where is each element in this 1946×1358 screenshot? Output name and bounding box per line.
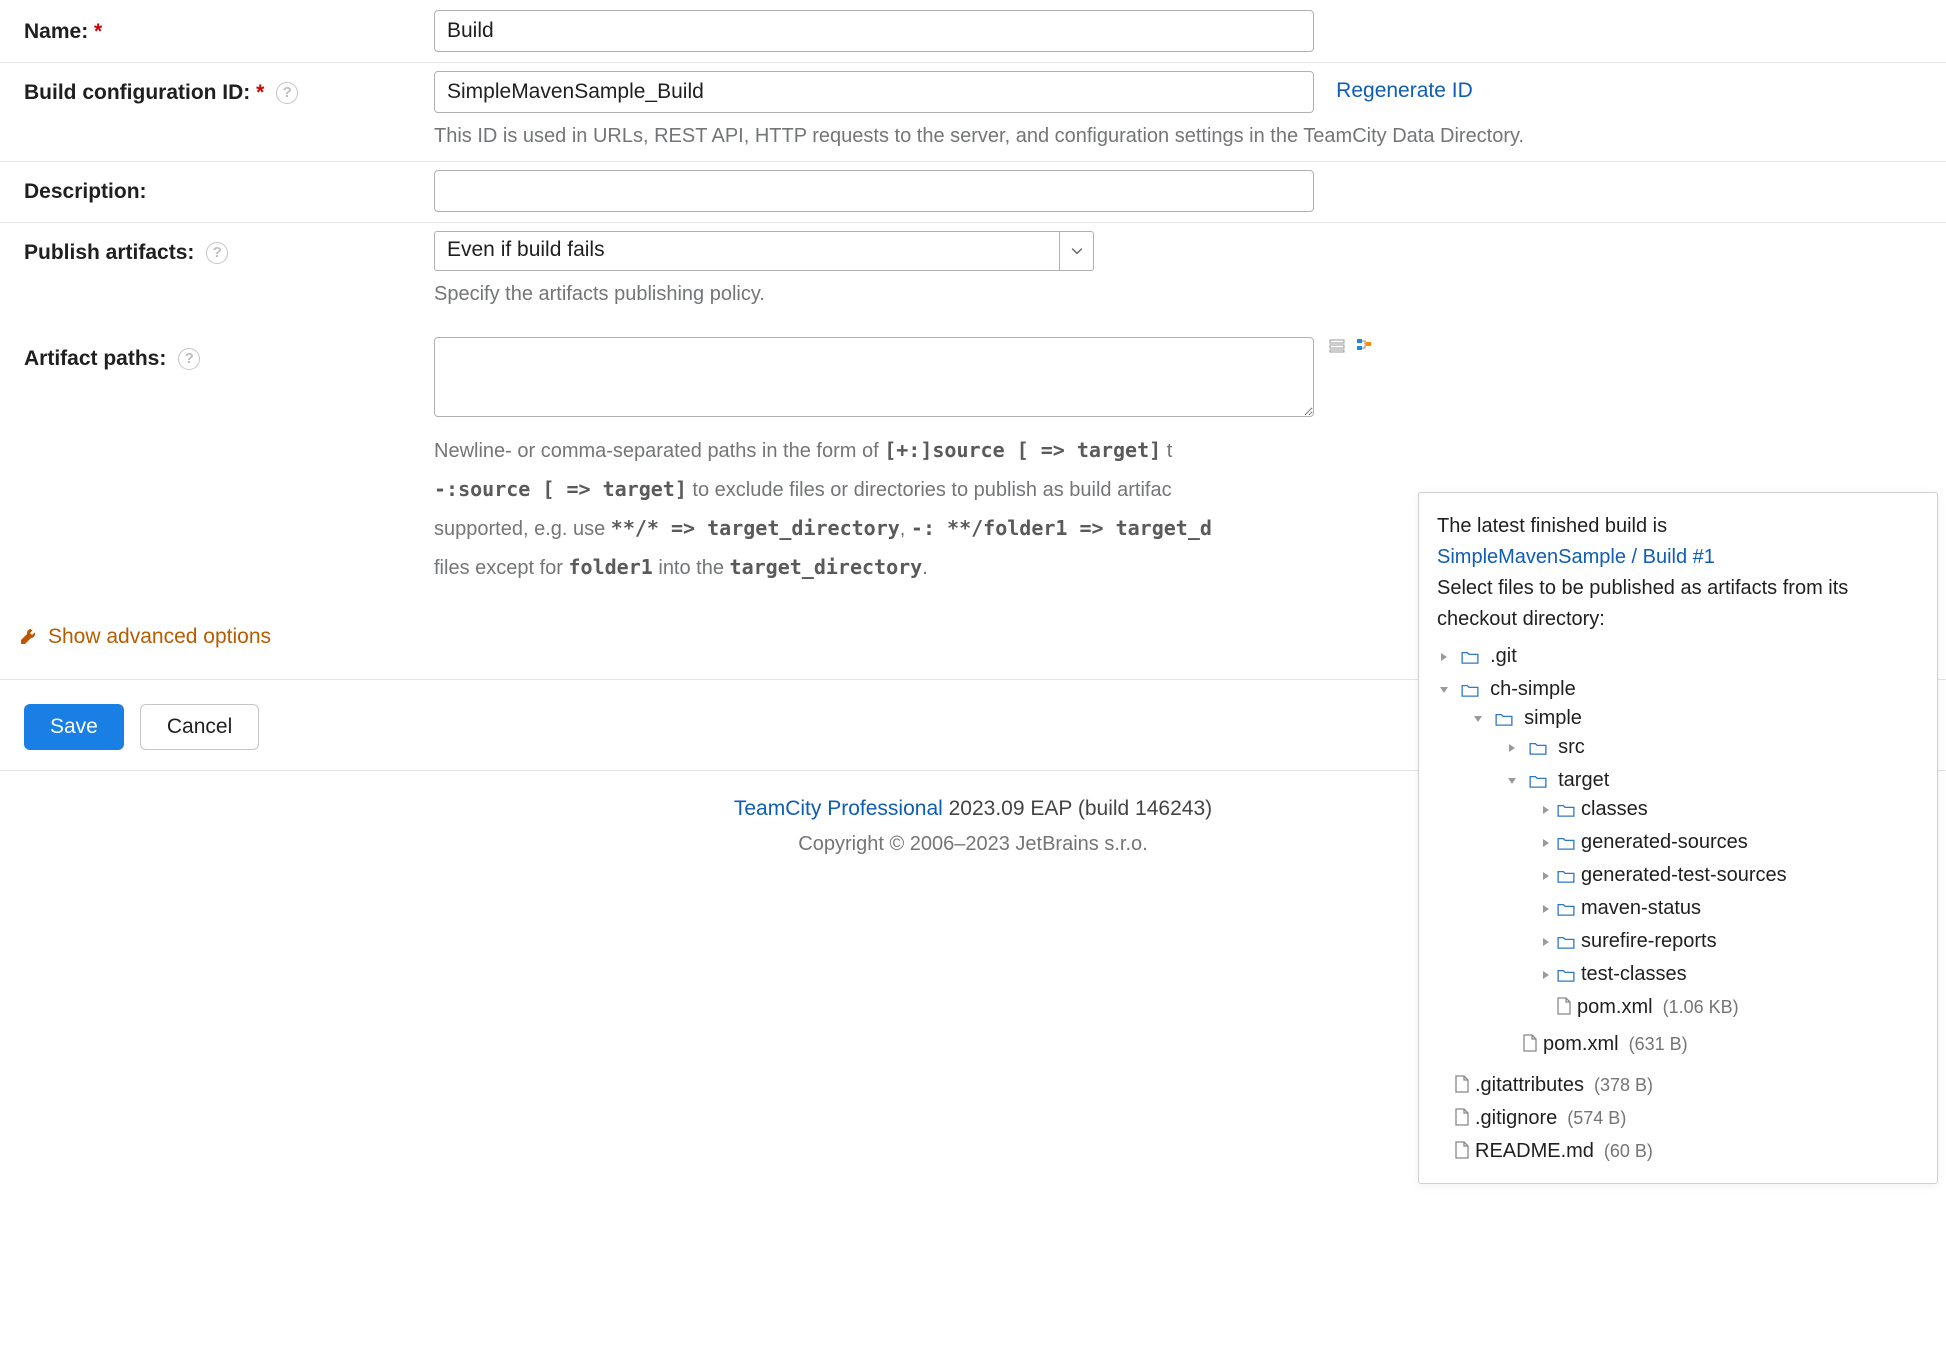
label-description: Description: xyxy=(24,170,434,208)
tree-folder-test-classes[interactable]: test-classes xyxy=(1539,959,1919,992)
artifact-paths-textarea[interactable] xyxy=(434,337,1314,417)
caret-right-icon xyxy=(1439,652,1449,662)
tree-file-readme[interactable]: README.md(60 B) xyxy=(1437,1136,1919,1169)
artifact-tree-popup: The latest finished build is SimpleMaven… xyxy=(1418,492,1938,1184)
tree-folder-ch-simple[interactable]: ch-simple simple src xyxy=(1437,674,1919,1070)
caret-down-icon xyxy=(1473,714,1483,724)
caret-right-icon xyxy=(1541,937,1551,947)
wrench-icon xyxy=(18,627,38,647)
tree-folder-classes[interactable]: classes xyxy=(1539,794,1919,827)
cancel-button[interactable]: Cancel xyxy=(140,704,259,750)
file-icon xyxy=(1455,1141,1469,1165)
latest-build-link[interactable]: SimpleMavenSample / Build #1 xyxy=(1437,546,1715,568)
folder-icon xyxy=(1557,899,1575,922)
folder-icon xyxy=(1529,771,1547,794)
file-icon xyxy=(1455,1075,1469,1099)
chevron-down-icon xyxy=(1071,245,1083,257)
required-marker: * xyxy=(256,81,264,104)
folder-icon xyxy=(1461,680,1479,703)
caret-right-icon xyxy=(1541,871,1551,881)
version-text: 2023.09 EAP (build 146243) xyxy=(943,797,1212,820)
label-publish-artifacts-text: Publish artifacts: xyxy=(24,241,194,264)
tree-file-gitattributes[interactable]: .gitattributes(378 B) xyxy=(1437,1070,1919,1103)
tree-picker-icon[interactable] xyxy=(1356,342,1374,359)
caret-down-icon xyxy=(1507,776,1517,786)
regenerate-id-link[interactable]: Regenerate ID xyxy=(1336,71,1473,103)
tree-folder-src[interactable]: src xyxy=(1505,732,1919,765)
row-description: Description: xyxy=(0,162,1946,223)
build-id-input[interactable] xyxy=(434,71,1314,113)
tree-file-pom-inner[interactable]: pom.xml(1.06 KB) xyxy=(1539,992,1919,1025)
tree-folder-surefire-reports[interactable]: surefire-reports xyxy=(1539,926,1919,959)
tree-file-pom-outer[interactable]: pom.xml(631 B) xyxy=(1505,1029,1919,1062)
dropdown-toggle[interactable] xyxy=(1059,232,1093,270)
label-artifact-paths: Artifact paths: ? xyxy=(24,337,434,375)
caret-right-icon xyxy=(1541,805,1551,815)
file-icon xyxy=(1523,1034,1537,1058)
expand-textarea-icon[interactable] xyxy=(1328,342,1350,359)
file-tree: .git ch-simple simple src xyxy=(1437,641,1919,1169)
folder-icon xyxy=(1557,866,1575,889)
tree-folder-maven-status[interactable]: maven-status xyxy=(1539,893,1919,926)
help-icon[interactable]: ? xyxy=(206,242,228,264)
label-artifact-paths-text: Artifact paths: xyxy=(24,347,166,370)
folder-icon xyxy=(1495,709,1513,732)
caret-right-icon xyxy=(1541,970,1551,980)
label-name: Name: * xyxy=(24,10,434,48)
row-publish-artifacts: Publish artifacts: ? Even if build fails… xyxy=(0,223,1946,319)
build-id-help: This ID is used in URLs, REST API, HTTP … xyxy=(434,121,1906,151)
file-icon xyxy=(1455,1108,1469,1132)
publish-artifacts-value: Even if build fails xyxy=(435,232,1059,270)
tree-folder-generated-test-sources[interactable]: generated-test-sources xyxy=(1539,860,1919,893)
label-build-id-text: Build configuration ID: xyxy=(24,81,250,104)
tree-folder-generated-sources[interactable]: generated-sources xyxy=(1539,827,1919,860)
tree-folder-simple[interactable]: simple src target classes xyxy=(1471,703,1919,1066)
folder-icon xyxy=(1557,800,1575,823)
help-icon[interactable]: ? xyxy=(178,348,200,370)
tree-folder-target[interactable]: target classes generated-sources generat… xyxy=(1505,765,1919,1029)
folder-icon xyxy=(1557,965,1575,988)
caret-right-icon xyxy=(1541,838,1551,848)
show-advanced-options-link[interactable]: Show advanced options xyxy=(18,625,271,649)
required-marker: * xyxy=(94,20,102,43)
file-icon xyxy=(1557,997,1571,1021)
folder-icon xyxy=(1557,932,1575,955)
folder-icon xyxy=(1529,738,1547,761)
publish-artifacts-select[interactable]: Even if build fails xyxy=(434,231,1094,271)
artifact-paths-help: Newline- or comma-separated paths in the… xyxy=(434,431,1414,587)
advanced-text: Show advanced options xyxy=(48,625,271,649)
help-icon[interactable]: ? xyxy=(276,82,298,104)
label-build-id: Build configuration ID: * ? xyxy=(24,71,434,109)
tree-file-gitignore[interactable]: .gitignore(574 B) xyxy=(1437,1103,1919,1136)
row-name: Name: * xyxy=(0,2,1946,63)
caret-down-icon xyxy=(1439,685,1449,695)
tree-folder-git[interactable]: .git xyxy=(1437,641,1919,674)
caret-right-icon xyxy=(1541,904,1551,914)
label-name-text: Name: xyxy=(24,20,88,43)
description-input[interactable] xyxy=(434,170,1314,212)
folder-icon xyxy=(1557,833,1575,856)
label-publish-artifacts: Publish artifacts: ? xyxy=(24,231,434,269)
folder-icon xyxy=(1461,647,1479,670)
save-button[interactable]: Save xyxy=(24,704,124,750)
popup-intro: The latest finished build is SimpleMaven… xyxy=(1437,511,1919,635)
caret-right-icon xyxy=(1507,743,1517,753)
publish-artifacts-help: Specify the artifacts publishing policy. xyxy=(434,279,1906,309)
name-input[interactable] xyxy=(434,10,1314,52)
row-build-id: Build configuration ID: * ? Regenerate I… xyxy=(0,63,1946,162)
product-link[interactable]: TeamCity Professional xyxy=(734,797,943,820)
